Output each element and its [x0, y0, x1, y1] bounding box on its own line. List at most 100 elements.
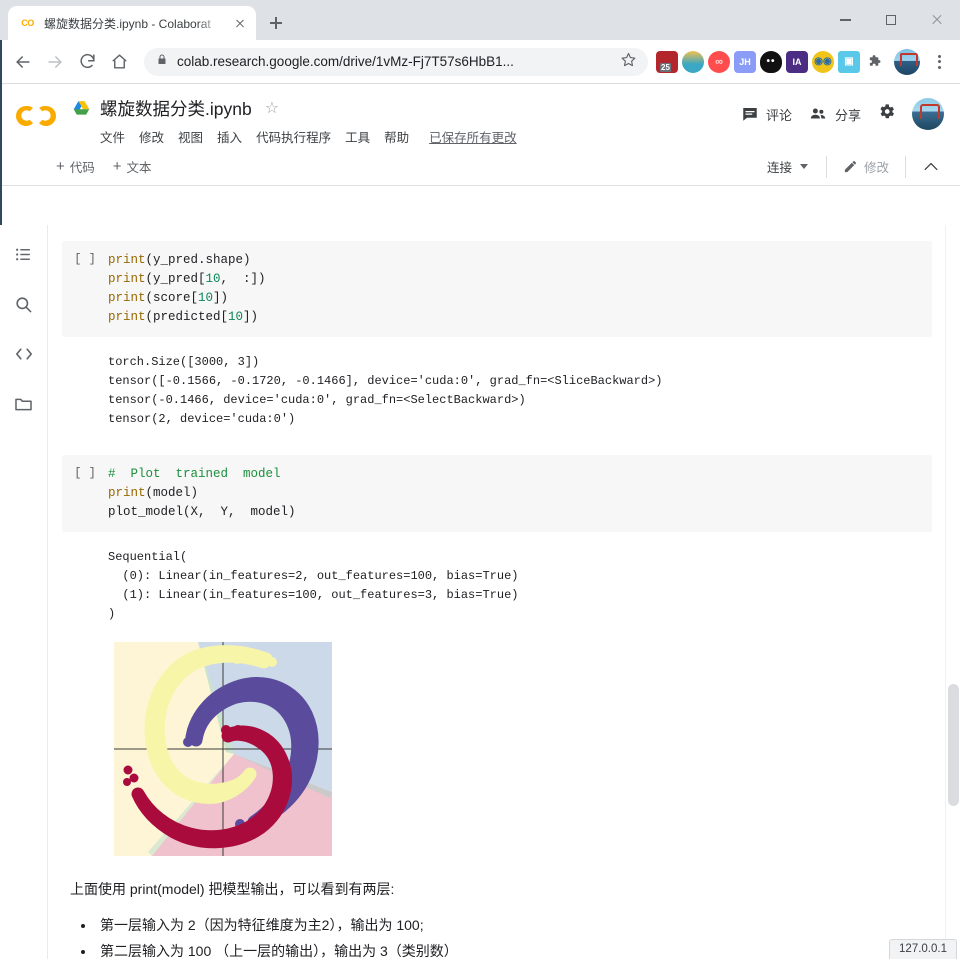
code-cell-editor-2[interactable]: [ ] # Plot trained model print(model) pl…: [62, 455, 932, 532]
face-extension-icon[interactable]: ◉◉: [812, 50, 834, 73]
settings-gear-icon[interactable]: [877, 102, 896, 126]
colab-logo-icon[interactable]: [0, 84, 72, 148]
share-button[interactable]: 分享: [808, 105, 861, 124]
add-text-cell-button[interactable]: + 文本: [113, 157, 152, 176]
colab-command-bar: + 代码 + 文本 连接 修改: [0, 148, 960, 186]
browser-titlebar: CO 螺旋数据分类.ipynb - Colaborat: [0, 0, 960, 40]
markdown-cell[interactable]: 上面使用 print(model) 把模型输出，可以看到有两层: 第一层输入为 …: [62, 856, 932, 959]
browser-toolbar: colab.research.google.com/drive/1vMz-Fj7…: [0, 40, 960, 84]
notebook-title-row: 螺旋数据分类.ipynb ☆: [72, 94, 741, 122]
connect-button[interactable]: 连接: [757, 157, 818, 176]
menu-insert[interactable]: 插入: [217, 127, 242, 146]
edit-label: 修改: [863, 161, 889, 175]
add-text-label: 文本: [126, 161, 152, 175]
search-icon[interactable]: [13, 293, 35, 315]
status-chip: 127.0.0.1: [889, 939, 957, 959]
home-button[interactable]: [104, 47, 134, 77]
profile-avatar-button[interactable]: [894, 48, 920, 75]
colab-header: 螺旋数据分类.ipynb ☆ 文件 修改 视图 插入 代码执行程序 工具 帮助 …: [0, 84, 960, 148]
comment-label: 评论: [765, 107, 792, 123]
page-scrollbar[interactable]: [945, 225, 960, 959]
code-text-1[interactable]: print(y_pred.shape) print(y_pred[10, :])…: [108, 251, 932, 327]
menu-edit[interactable]: 修改: [139, 127, 164, 146]
maximize-button[interactable]: [868, 0, 914, 40]
add-text-plus-icon: +: [112, 158, 122, 175]
colab-page: 螺旋数据分类.ipynb ☆ 文件 修改 视图 插入 代码执行程序 工具 帮助 …: [0, 84, 960, 959]
share-label: 分享: [834, 107, 861, 123]
add-code-label: 代码: [69, 161, 95, 175]
jh-extension-icon[interactable]: JH: [734, 50, 756, 73]
menu-file[interactable]: 文件: [100, 127, 125, 146]
calendar-badge: 25: [660, 62, 671, 72]
chrome-menu-button[interactable]: [926, 47, 952, 77]
code-cell-editor-1[interactable]: [ ] print(y_pred.shape) print(y_pred[10,…: [62, 241, 932, 337]
chevron-down-icon[interactable]: [799, 164, 808, 169]
reload-button[interactable]: [72, 47, 102, 77]
comment-button[interactable]: 评论: [741, 105, 792, 124]
notebook-star-icon[interactable]: ☆: [265, 98, 279, 118]
notebook-cell-2: [ ] # Plot trained model print(model) pl…: [62, 455, 932, 856]
forward-button[interactable]: [40, 47, 70, 77]
add-code-plus-icon: +: [56, 158, 65, 175]
menu-tools[interactable]: 工具: [345, 127, 370, 146]
colab-left-rail: [0, 225, 48, 959]
address-bar[interactable]: colab.research.google.com/drive/1vMz-Fj7…: [144, 47, 648, 76]
salad-extension-icon[interactable]: [682, 50, 704, 73]
url-text: colab.research.google.com/drive/1vMz-Fj7…: [177, 54, 514, 69]
spiral-classification-plot: [114, 642, 332, 856]
bookmark-star-icon[interactable]: [620, 51, 638, 73]
edit-mode-button[interactable]: 修改: [835, 157, 897, 176]
notebook-scroll-area: [ ] print(y_pred.shape) print(y_pred[10,…: [48, 225, 944, 959]
close-window-icon: [931, 14, 943, 26]
run-cell-button-1[interactable]: [ ]: [62, 251, 108, 327]
command-bar-right: 连接 修改: [757, 155, 960, 178]
close-tab-icon[interactable]: [232, 15, 248, 31]
divider: [825, 155, 827, 178]
browser-tab[interactable]: CO 螺旋数据分类.ipynb - Colaborat: [8, 6, 256, 40]
lock-icon: [156, 53, 168, 71]
ia-extension-icon[interactable]: IA: [786, 50, 808, 73]
markdown-bullet-2: 第二层输入为 100 （上一层的输出），输出为 3（类别数）: [96, 938, 932, 959]
window-controls: [822, 0, 960, 40]
save-status[interactable]: 已保存所有更改: [429, 127, 517, 146]
browser-window: CO 螺旋数据分类.ipynb - Colaborat colab.resear…: [0, 0, 960, 959]
menu-view[interactable]: 视图: [178, 127, 203, 146]
minimize-button[interactable]: [822, 0, 868, 40]
cell-output-1: torch.Size([3000, 3]) tensor([-0.1566, -…: [108, 355, 663, 426]
colab-user-avatar[interactable]: [912, 98, 944, 130]
menu-runtime[interactable]: 代码执行程序: [256, 127, 331, 146]
cell-output-2: Sequential( (0): Linear(in_features=2, o…: [108, 550, 519, 621]
dots-glyph: ••: [766, 56, 776, 67]
dots-extension-icon[interactable]: ••: [760, 50, 782, 73]
puzzle-extension-icon[interactable]: [864, 51, 886, 73]
run-cell-button-2[interactable]: [ ]: [62, 465, 108, 522]
add-code-cell-button[interactable]: + 代码: [56, 157, 95, 176]
notebook-title[interactable]: 螺旋数据分类.ipynb: [100, 96, 252, 121]
connect-label: 连接: [766, 161, 792, 175]
colab-menubar: 文件 修改 视图 插入 代码执行程序 工具 帮助 已保存所有更改: [72, 123, 741, 149]
calendar-extension-icon[interactable]: 25: [656, 50, 678, 73]
pencil-icon: [844, 160, 857, 173]
divider-2: [905, 155, 906, 178]
notebook-cell-1: [ ] print(y_pred.shape) print(y_pred[10,…: [62, 241, 932, 439]
tv-extension-icon[interactable]: ▣: [838, 50, 860, 73]
cell-output-figure-container: [62, 634, 932, 856]
page-scrollbar-thumb[interactable]: [948, 684, 959, 806]
plot-svg: [114, 642, 332, 856]
colab-header-main: 螺旋数据分类.ipynb ☆ 文件 修改 视图 插入 代码执行程序 工具 帮助 …: [72, 84, 741, 149]
markdown-bullet-list: 第一层输入为 2（因为特征维度为主2），输出为 100; 第二层输入为 100 …: [96, 912, 932, 959]
files-icon[interactable]: [13, 393, 35, 415]
infinity-extension-icon[interactable]: ∞: [708, 50, 730, 73]
code-text-2[interactable]: # Plot trained model print(model) plot_m…: [108, 465, 932, 522]
toc-icon[interactable]: [13, 243, 35, 265]
close-window-button[interactable]: [914, 0, 960, 40]
jh-label: JH: [739, 56, 751, 67]
extensions-row: 25 ∞ JH •• IA ◉◉ ▣: [656, 47, 952, 77]
code-snippets-icon[interactable]: [13, 343, 35, 365]
menu-help[interactable]: 帮助: [384, 127, 409, 146]
collapse-toolbar-button[interactable]: [914, 159, 948, 174]
back-button[interactable]: [8, 47, 38, 77]
new-tab-button[interactable]: [262, 9, 290, 37]
infinity-glyph: ∞: [715, 55, 723, 68]
